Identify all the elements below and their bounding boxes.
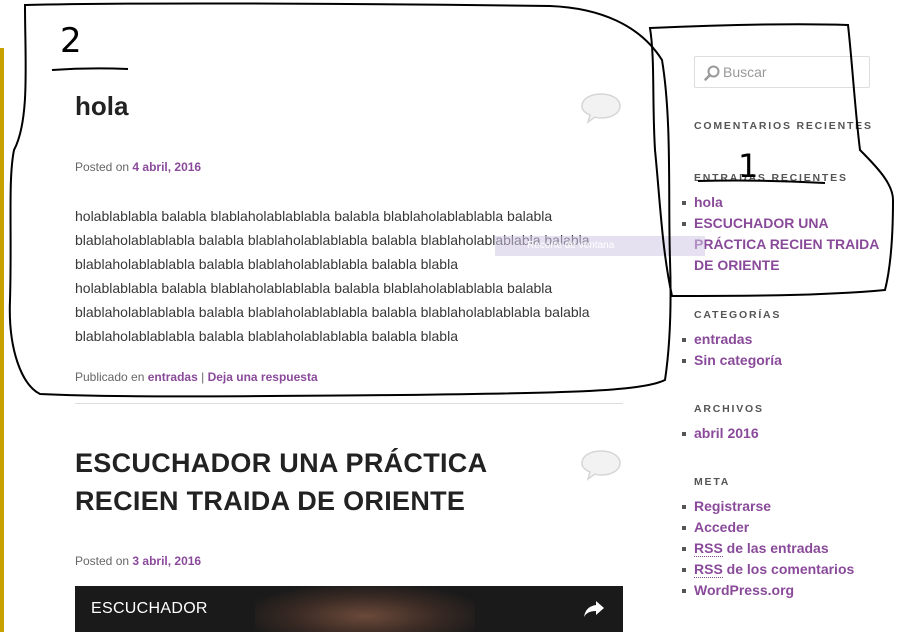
comment-bubble-icon[interactable]: [580, 449, 622, 481]
widget-title: META: [694, 476, 731, 488]
list-item: abril 2016: [682, 423, 764, 444]
archive-link[interactable]: abril 2016: [694, 425, 759, 441]
post-title-line: RECIEN TRAIDA DE ORIENTE: [75, 486, 466, 516]
post-meta: Posted on 4 abril, 2016: [75, 160, 623, 174]
comment-bubble-icon[interactable]: [580, 92, 622, 124]
post-title[interactable]: hola: [75, 90, 623, 122]
category-link[interactable]: entradas: [694, 331, 752, 347]
search-form: [694, 56, 870, 88]
category-link[interactable]: entradas: [148, 370, 198, 384]
video-title[interactable]: ESCUCHADOR: [91, 600, 208, 618]
published-in-label: Publicado en: [75, 370, 145, 384]
register-link[interactable]: Registrarse: [694, 498, 771, 514]
post-content: holablablabla balabla blablaholablablabl…: [75, 204, 623, 348]
post-footer-meta: Publicado en entradas | Deja una respues…: [75, 370, 623, 384]
post-title-line: ESCUCHADOR UNA PRÁCTICA: [75, 448, 488, 478]
search-icon: [704, 65, 720, 81]
rss-entries-text: de las entradas: [722, 540, 829, 556]
categories-widget: CATEGORÍAS entradas Sin categoría: [682, 309, 782, 371]
recent-comments-widget: COMENTARIOS RECIENTES: [694, 120, 873, 132]
recent-entries-widget: ENTRADAS RECIENTES hola ESCUCHADOR UNA P…: [682, 172, 884, 276]
rss-abbr: RSS: [694, 561, 723, 578]
posted-on-label: Posted on: [75, 554, 130, 568]
recent-entry-link[interactable]: ESCUCHADOR UNA PRÁCTICA RECIEN TRAIDA DE…: [694, 215, 879, 273]
embedded-video[interactable]: ESCUCHADOR: [75, 586, 623, 632]
list-item: entradas: [682, 329, 782, 350]
search-input[interactable]: [723, 57, 867, 87]
list-item: Acceder: [681, 517, 854, 538]
share-icon[interactable]: [583, 600, 605, 618]
reply-link[interactable]: Deja una respuesta: [208, 370, 318, 384]
left-accent-bar: [0, 48, 4, 632]
sidebar: COMENTARIOS RECIENTES ENTRADAS RECIENTES…: [681, 56, 884, 598]
category-link[interactable]: Sin categoría: [694, 352, 782, 368]
rss-comments-text: de los comentarios: [722, 561, 855, 577]
widget-title: CATEGORÍAS: [694, 309, 782, 321]
widget-title: ARCHIVOS: [694, 403, 764, 415]
recent-entry-link[interactable]: hola: [694, 194, 723, 210]
rss-entries-link[interactable]: RSS de las entradas: [694, 540, 829, 557]
window-snip-tooltip: Recorte de ventana: [495, 236, 705, 256]
widget-title: COMENTARIOS RECIENTES: [694, 120, 873, 132]
meta-widget: META Registrarse Acceder RSS de las entr…: [681, 476, 854, 601]
list-item: RSS de las entradas: [681, 538, 854, 559]
post-divider: [75, 403, 623, 404]
annotation-number-left: 2: [60, 21, 82, 61]
list-item: hola: [682, 192, 884, 213]
list-item: ESCUCHADOR UNA PRÁCTICA RECIEN TRAIDA DE…: [682, 213, 884, 276]
post-date-link[interactable]: 3 abril, 2016: [132, 554, 201, 568]
post-date-link[interactable]: 4 abril, 2016: [132, 160, 201, 174]
list-item: Registrarse: [681, 496, 854, 517]
list-item: Sin categoría: [682, 350, 782, 371]
list-item: RSS de los comentarios: [681, 559, 854, 580]
meta-separator: |: [201, 370, 205, 384]
post-title[interactable]: ESCUCHADOR UNA PRÁCTICA RECIEN TRAIDA DE…: [75, 444, 623, 520]
post-paragraph: holablablabla balabla blablaholablablabl…: [75, 280, 590, 344]
post-escuchador: ESCUCHADOR UNA PRÁCTICA RECIEN TRAIDA DE…: [75, 444, 623, 568]
rss-abbr: RSS: [694, 540, 723, 557]
post-meta: Posted on 3 abril, 2016: [75, 554, 623, 568]
annotation-underline-left: [51, 67, 129, 71]
video-thumbnail: [255, 586, 475, 632]
widget-title: ENTRADAS RECIENTES: [694, 172, 848, 184]
wordpress-link[interactable]: WordPress.org: [694, 582, 794, 598]
list-item: WordPress.org: [681, 580, 854, 601]
archives-widget: ARCHIVOS abril 2016: [682, 403, 764, 444]
login-link[interactable]: Acceder: [694, 519, 749, 535]
posted-on-label: Posted on: [75, 160, 130, 174]
rss-comments-link[interactable]: RSS de los comentarios: [694, 561, 854, 578]
